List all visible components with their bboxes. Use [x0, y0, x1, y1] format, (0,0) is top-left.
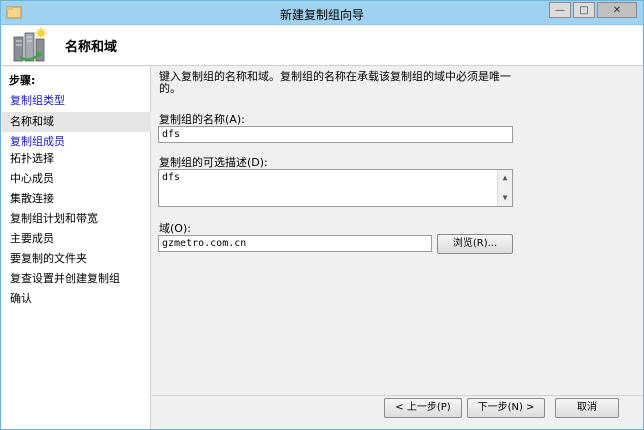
step-schedule-and-bandwidth: 复制组计划和带宽: [10, 212, 98, 225]
step-review-and-create: 复查设置并创建复制组: [10, 272, 120, 285]
domain-value: gzmetro.com.cn: [162, 238, 247, 249]
instruction-text: 键入复制组的名称和域。复制组的名称在承载该复制组的域中必须是唯一的。: [159, 70, 511, 95]
steps-sidebar: 步骤: 复制组类型 名称和域 复制组成员 拓扑选择 中心成员 集散连接 复制组计…: [2, 67, 151, 429]
footer-divider: [151, 395, 642, 396]
group-name-input[interactable]: dfs: [158, 126, 513, 143]
description-scrollbar[interactable]: ▲ ▼: [497, 170, 512, 206]
group-description-value: dfs: [162, 172, 181, 183]
scroll-up-icon[interactable]: ▲: [498, 171, 512, 185]
maximize-icon: □: [579, 4, 589, 16]
next-button[interactable]: 下一步(N) >: [467, 398, 545, 418]
wizard-content: 键入复制组的名称和域。复制组的名称在承载该复制组的域中必须是唯一的。 复制组的名…: [151, 67, 642, 429]
back-button[interactable]: < 上一步(P): [384, 398, 462, 418]
minimize-icon: —: [555, 4, 565, 16]
minimize-button[interactable]: —: [549, 2, 571, 18]
group-name-value: dfs: [162, 129, 181, 140]
group-name-label: 复制组的名称(A):: [159, 113, 245, 126]
group-description-textarea[interactable]: dfs ▲ ▼: [158, 169, 513, 207]
cancel-button[interactable]: 取消: [555, 398, 619, 418]
title-bar: 新建复制组向导 — □ ✕: [1, 1, 643, 25]
wizard-window: 新建复制组向导 — □ ✕ 名称和域 步骤: 复制组类型 名称和域 复制组成员 …: [0, 0, 644, 430]
window-title: 新建复制组向导: [279, 8, 364, 22]
close-button[interactable]: ✕: [597, 2, 637, 18]
wizard-header: 名称和域: [2, 26, 642, 66]
step-hub-members: 中心成员: [10, 172, 54, 185]
step-confirmation: 确认: [10, 292, 32, 305]
step-folders-to-replicate: 要复制的文件夹: [10, 252, 87, 265]
maximize-button[interactable]: □: [573, 2, 595, 18]
replication-group-icon: [13, 27, 47, 62]
step-hub-spoke-connections: 集散连接: [10, 192, 54, 205]
step-topology-selection: 拓扑选择: [10, 152, 54, 165]
domain-input[interactable]: gzmetro.com.cn: [158, 235, 432, 252]
step-name-and-domain: 名称和域: [2, 112, 151, 132]
browse-button[interactable]: 浏览(R)...: [437, 234, 513, 254]
step-primary-member: 主要成员: [10, 232, 54, 245]
window-controls: — □ ✕: [549, 2, 637, 18]
step-replication-group-type[interactable]: 复制组类型: [2, 91, 151, 111]
page-title: 名称和域: [65, 40, 118, 55]
scroll-down-icon[interactable]: ▼: [498, 191, 512, 205]
close-icon: ✕: [612, 4, 622, 16]
group-description-label: 复制组的可选描述(D):: [159, 156, 268, 169]
domain-label: 域(O):: [159, 222, 191, 235]
steps-label: 步骤:: [9, 74, 36, 87]
